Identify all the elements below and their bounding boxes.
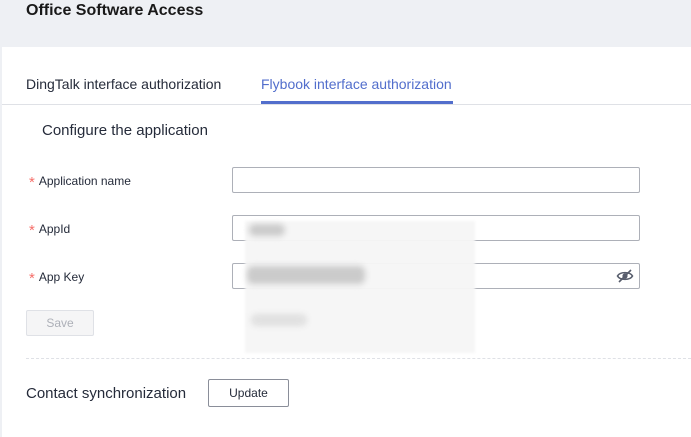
application-name-label: * Application name xyxy=(29,174,131,191)
tab-flybook[interactable]: Flybook interface authorization xyxy=(261,76,452,92)
update-button[interactable]: Update xyxy=(208,379,289,407)
eye-off-icon[interactable] xyxy=(616,267,634,285)
required-mark: * xyxy=(29,270,35,287)
app-key-label: * App Key xyxy=(29,270,85,287)
tab-bar: DingTalk interface authorization Flybook… xyxy=(2,47,691,105)
redaction-blur xyxy=(245,221,475,353)
contact-sync-label: Contact synchronization xyxy=(26,385,187,402)
active-tab-indicator xyxy=(261,101,453,104)
tab-dingtalk[interactable]: DingTalk interface authorization xyxy=(26,76,221,92)
save-button[interactable]: Save xyxy=(26,310,94,336)
required-mark: * xyxy=(29,174,35,191)
application-name-input[interactable] xyxy=(232,167,640,193)
content-card: DingTalk interface authorization Flybook… xyxy=(2,47,691,437)
appid-label: * AppId xyxy=(29,222,71,239)
page-title: Office Software Access xyxy=(26,2,204,19)
required-mark: * xyxy=(29,222,35,239)
section-divider xyxy=(26,358,691,359)
section-title: Configure the application xyxy=(42,122,208,139)
